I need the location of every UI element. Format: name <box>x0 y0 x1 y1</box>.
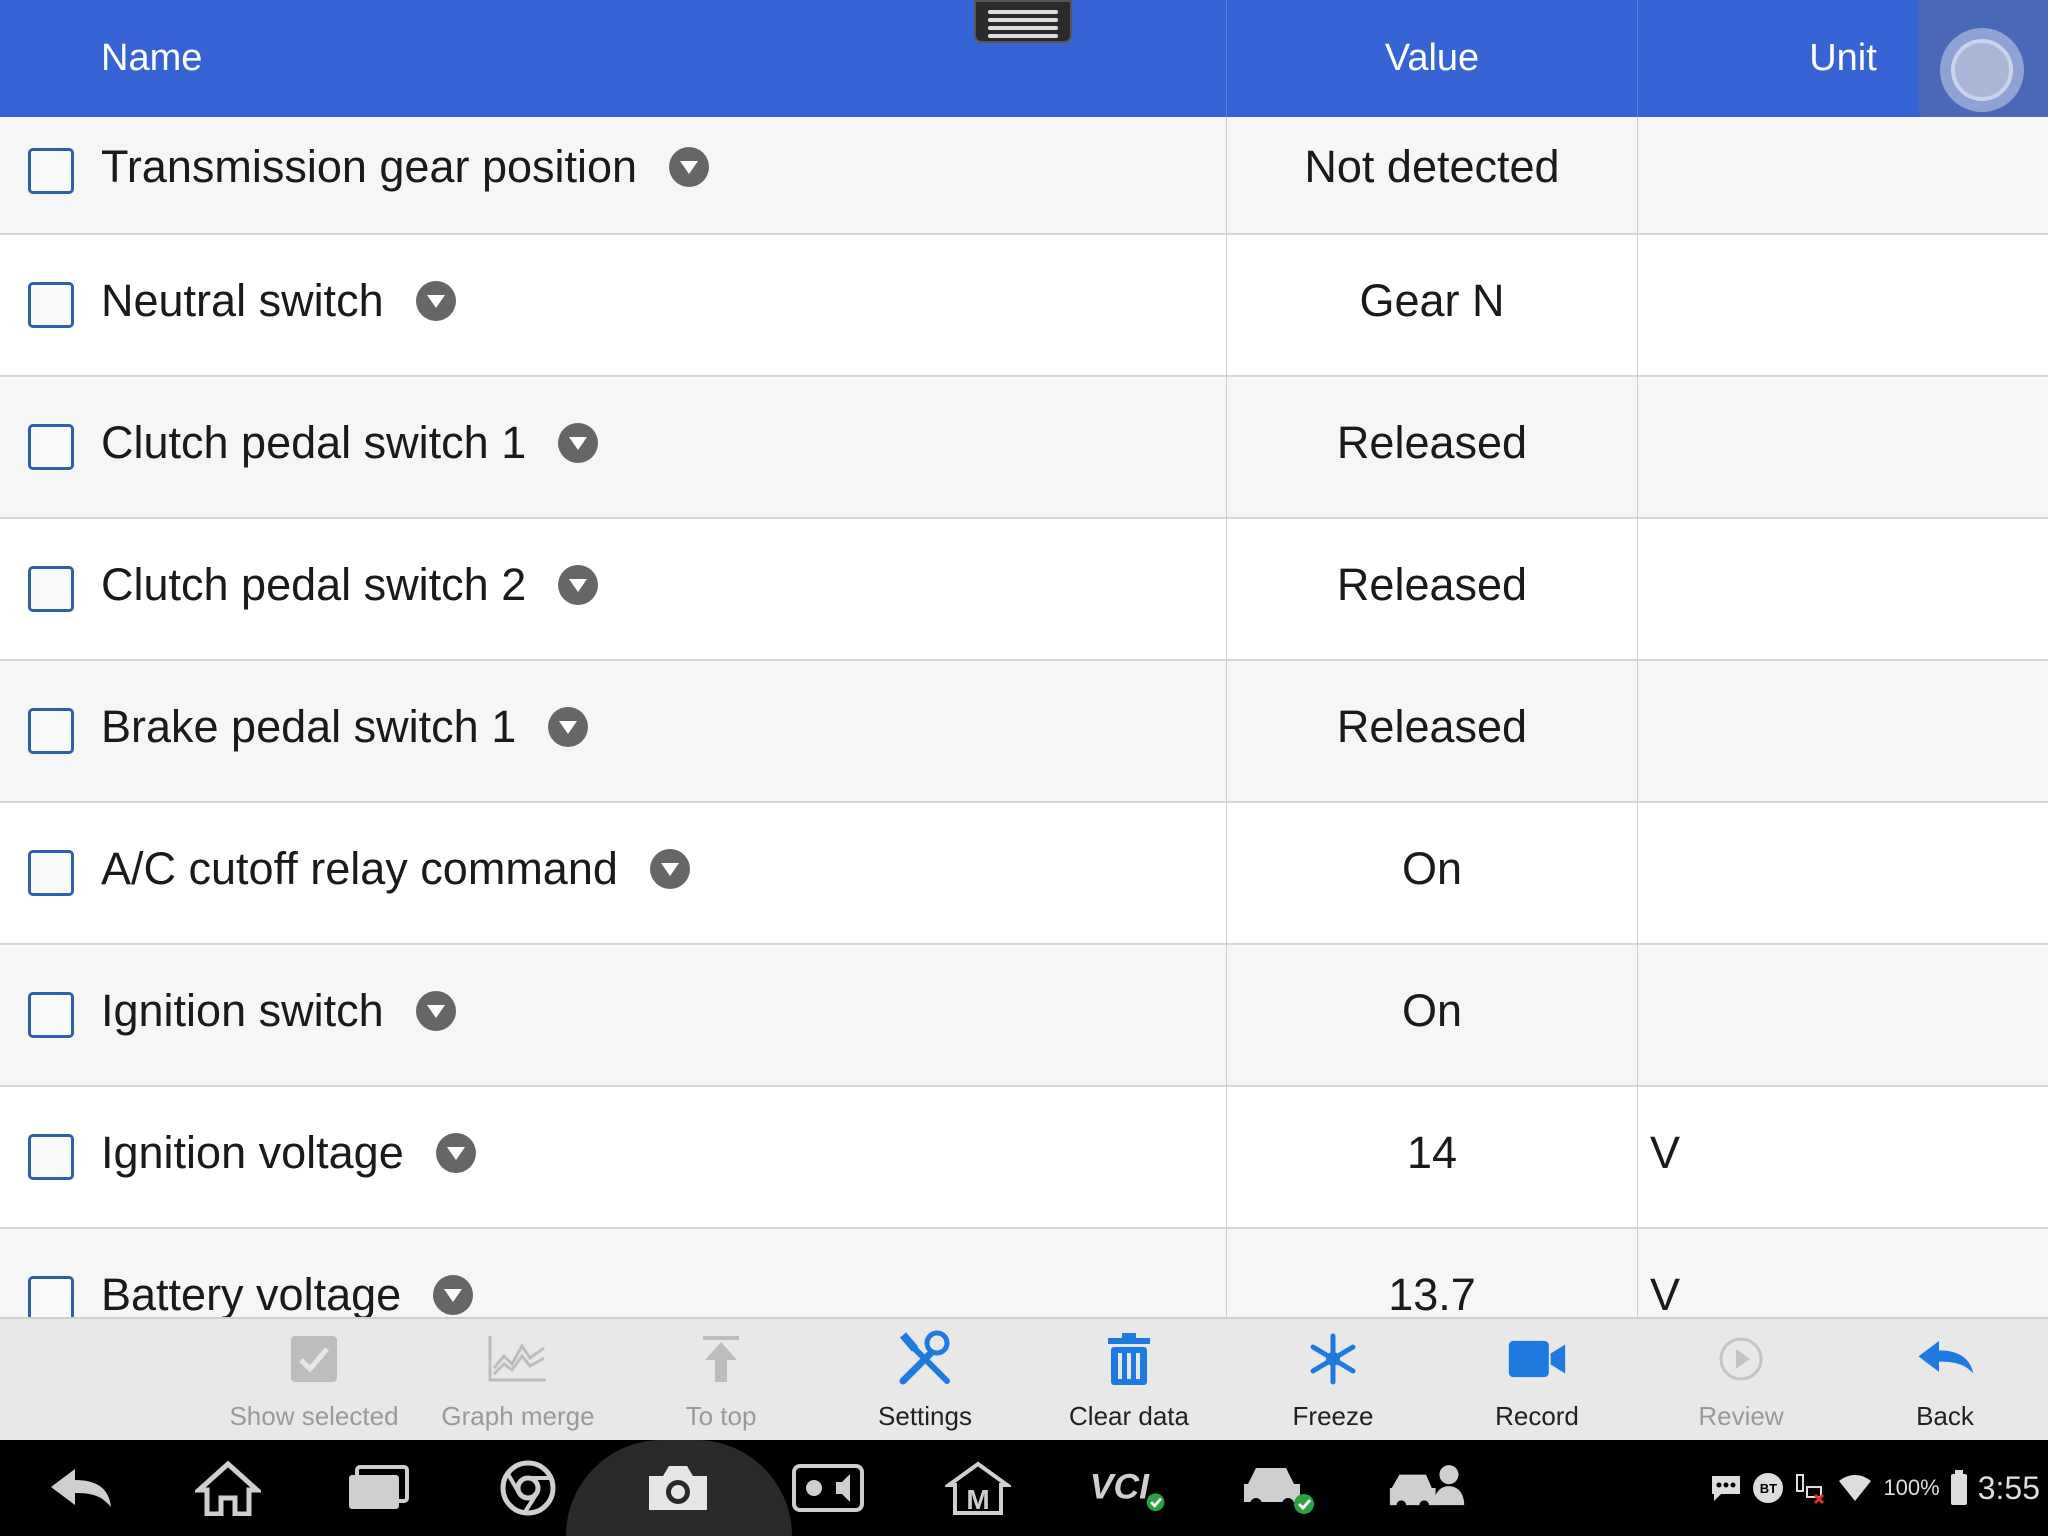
back-arrow-icon <box>1915 1329 1975 1389</box>
table-header: Name Value Unit <box>0 0 2048 117</box>
dropdown-icon[interactable] <box>649 849 690 889</box>
system-navigation-bar: M VCI BT 100% 3:55 <box>0 1440 2048 1536</box>
parameter-name: Transmission gear position <box>101 141 710 193</box>
parameter-unit: V <box>1650 1269 1681 1317</box>
parameter-value: On <box>1401 985 1463 1036</box>
screenshot-camera-icon[interactable] <box>638 1458 718 1518</box>
dropdown-icon[interactable] <box>433 1275 474 1315</box>
parameter-value: On <box>1401 843 1463 894</box>
row-checkbox[interactable] <box>28 708 74 754</box>
column-header-value: Value <box>1384 37 1480 79</box>
wifi-icon <box>1839 1475 1872 1501</box>
record-button[interactable]: Record <box>1437 1319 1637 1442</box>
table-row: Ignition voltage 14 V <box>0 1087 2048 1229</box>
dropdown-icon[interactable] <box>558 565 599 605</box>
table-row: Transmission gear position Not detected <box>0 117 2048 235</box>
battery-icon <box>1950 1470 1967 1505</box>
freeze-button[interactable]: Freeze <box>1233 1319 1433 1442</box>
row-checkbox[interactable] <box>28 282 74 328</box>
parameter-name: Clutch pedal switch 2 <box>101 559 599 611</box>
status-bar: BT 100% 3:55 <box>1709 1440 2040 1536</box>
parameter-name: Brake pedal switch 1 <box>101 701 589 753</box>
parameter-value: Not detected <box>1304 141 1560 192</box>
table-row: Clutch pedal switch 1 Released <box>0 377 2048 519</box>
checkbox-icon <box>284 1329 344 1389</box>
dropdown-icon[interactable] <box>669 147 710 187</box>
vci-icon[interactable]: VCI <box>1088 1458 1168 1518</box>
parameter-value: Gear N <box>1359 275 1505 326</box>
parameter-name: Ignition switch <box>101 985 456 1037</box>
svg-text:M: M <box>966 1484 989 1515</box>
dropdown-icon[interactable] <box>548 707 589 747</box>
parameter-name: Clutch pedal switch 1 <box>101 417 599 469</box>
bluetooth-icon: BT <box>1753 1473 1784 1503</box>
row-checkbox[interactable] <box>28 850 74 896</box>
bottom-toolbar: Show selected Graph merge To top Setting… <box>0 1317 2048 1440</box>
recent-apps-icon[interactable] <box>338 1458 418 1518</box>
dropdown-icon[interactable] <box>435 1133 476 1173</box>
table-row: Battery voltage 13.7 V <box>0 1229 2048 1317</box>
parameter-value: 13.7 <box>1388 1269 1476 1317</box>
tools-icon <box>895 1329 955 1389</box>
row-checkbox[interactable] <box>28 424 74 470</box>
m-app-icon[interactable]: M <box>938 1458 1018 1518</box>
network-error-icon <box>1796 1474 1825 1505</box>
battery-percent: 100% <box>1883 1475 1940 1500</box>
table-row: Brake pedal switch 1 Released <box>0 661 2048 803</box>
car-service-icon[interactable] <box>1388 1458 1468 1518</box>
drag-handle[interactable] <box>974 0 1072 43</box>
arrow-up-icon <box>691 1329 751 1389</box>
clock: 3:55 <box>1977 1469 2040 1506</box>
graph-merge-button[interactable]: Graph merge <box>418 1319 618 1442</box>
dropdown-icon[interactable] <box>558 423 599 463</box>
row-checkbox[interactable] <box>28 566 74 612</box>
review-button[interactable]: Review <box>1641 1319 1841 1442</box>
chrome-icon[interactable] <box>488 1458 568 1518</box>
system-back-icon[interactable] <box>40 1458 120 1518</box>
parameter-name: Ignition voltage <box>101 1127 476 1179</box>
show-selected-button[interactable]: Show selected <box>214 1319 414 1442</box>
svg-text:VCI: VCI <box>1090 1467 1150 1507</box>
to-top-button[interactable]: To top <box>621 1319 821 1442</box>
row-checkbox[interactable] <box>28 1134 74 1180</box>
table-row: Ignition switch On <box>0 945 2048 1087</box>
back-button[interactable]: Back <box>1845 1319 2045 1442</box>
graph-icon <box>488 1329 548 1389</box>
clear-data-button[interactable]: Clear data <box>1029 1319 1229 1442</box>
home-icon[interactable] <box>188 1458 268 1518</box>
table-row: A/C cutoff relay command On <box>0 803 2048 945</box>
parameter-name: Battery voltage <box>101 1269 474 1317</box>
parameter-value: Released <box>1336 701 1528 752</box>
column-header-name: Name <box>101 37 203 79</box>
parameter-unit: V <box>1650 1127 1681 1178</box>
row-checkbox[interactable] <box>28 148 74 194</box>
trash-icon <box>1099 1329 1159 1389</box>
car-connected-icon[interactable] <box>1238 1458 1318 1518</box>
brightness-volume-icon[interactable] <box>788 1458 868 1518</box>
video-camera-icon <box>1507 1329 1567 1389</box>
parameter-value: Released <box>1336 559 1528 610</box>
play-circle-icon <box>1711 1329 1771 1389</box>
parameter-value: Released <box>1336 417 1528 468</box>
parameter-name: Neutral switch <box>101 275 456 327</box>
row-checkbox[interactable] <box>28 1276 74 1317</box>
parameter-value: 14 <box>1406 1127 1458 1178</box>
row-checkbox[interactable] <box>28 992 74 1038</box>
snowflake-icon <box>1303 1329 1363 1389</box>
parameter-name: A/C cutoff relay command <box>101 843 690 895</box>
data-table: Transmission gear position Not detected … <box>0 117 2048 1317</box>
floating-assistant-button[interactable] <box>1918 0 2048 130</box>
message-icon <box>1712 1476 1741 1501</box>
dropdown-icon[interactable] <box>415 991 456 1031</box>
dropdown-icon[interactable] <box>415 281 456 321</box>
table-row: Clutch pedal switch 2 Released <box>0 519 2048 661</box>
table-row: Neutral switch Gear N <box>0 235 2048 377</box>
settings-button[interactable]: Settings <box>825 1319 1025 1442</box>
